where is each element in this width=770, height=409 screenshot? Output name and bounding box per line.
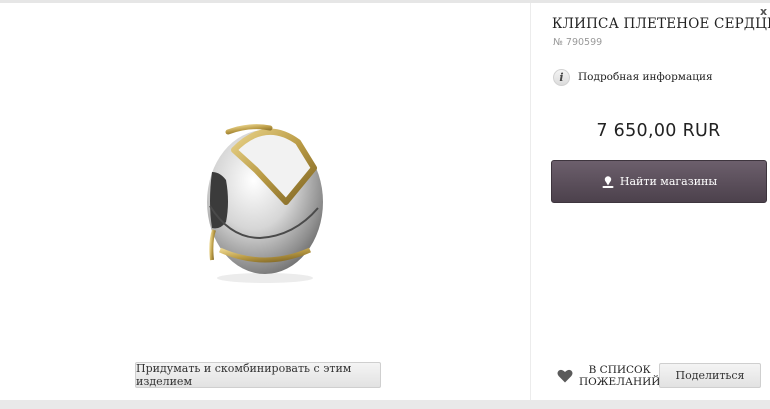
details-link-label: Подробная информация (578, 71, 713, 83)
add-to-wishlist-button[interactable]: В СПИСОК ПОЖЕЛАНИЙ (557, 363, 660, 389)
bottom-border (0, 400, 770, 409)
combine-button[interactable]: Придумать и скомбинировать с этим издели… (135, 362, 381, 388)
product-title: КЛИПСА ПЛЕТЕНОЕ СЕРДЦЕ (552, 16, 770, 32)
find-stores-button[interactable]: Найти магазины (551, 160, 767, 203)
wishlist-label-line2: ПОЖЕЛАНИЙ (579, 376, 661, 388)
heart-icon (557, 369, 573, 383)
details-link[interactable]: i Подробная информация (553, 68, 713, 86)
product-image (207, 124, 323, 283)
location-pin-icon (602, 175, 614, 188)
product-number: № 790599 (553, 37, 603, 48)
wishlist-label: В СПИСОК ПОЖЕЛАНИЙ (579, 364, 660, 388)
find-stores-label: Найти магазины (619, 175, 718, 188)
wishlist-label-line1: В СПИСОК (588, 364, 651, 376)
share-button[interactable]: Поделиться (659, 363, 761, 388)
product-price: 7 650,00 RUR (596, 121, 721, 141)
info-icon: i (553, 68, 570, 86)
